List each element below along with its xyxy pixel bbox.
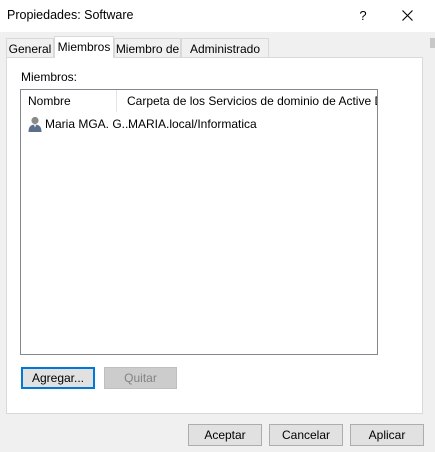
members-list[interactable]: Nombre Carpeta de los Servicios de domin… (20, 89, 378, 355)
tab-general[interactable]: General (6, 38, 54, 57)
apply-button[interactable]: Aplicar (350, 424, 424, 446)
close-button[interactable] (385, 0, 429, 30)
window-title: Propiedades: Software (7, 8, 134, 22)
members-label: Miembros: (21, 70, 78, 84)
member-name: Maria MGA. G... (45, 117, 132, 131)
tab-panel: Miembros: Nombre Carpeta de los Servicio… (6, 57, 423, 414)
tab-member-of[interactable]: Miembro de (114, 38, 181, 57)
column-header-name[interactable]: Nombre (21, 90, 117, 112)
remove-button[interactable]: Quitar (104, 367, 177, 389)
ok-button[interactable]: Aceptar (188, 424, 262, 446)
user-icon (28, 116, 42, 132)
tab-managed-by[interactable]: Administrado por (181, 38, 269, 70)
help-button[interactable]: ? (341, 0, 385, 30)
title-bar: Propiedades: Software ? (0, 0, 435, 32)
member-folder: MARIA.local/Informatica (128, 117, 257, 131)
tab-members[interactable]: Miembros (54, 36, 114, 58)
window-edge (430, 38, 435, 48)
list-item[interactable]: Maria MGA. G... MARIA.local/Informatica (21, 114, 377, 134)
cancel-button[interactable]: Cancelar (269, 424, 343, 446)
close-icon (401, 9, 413, 21)
add-button[interactable]: Agregar... (21, 367, 95, 389)
help-icon: ? (359, 7, 367, 23)
column-header-folder[interactable]: Carpeta de los Servicios de dominio de A… (118, 90, 377, 112)
